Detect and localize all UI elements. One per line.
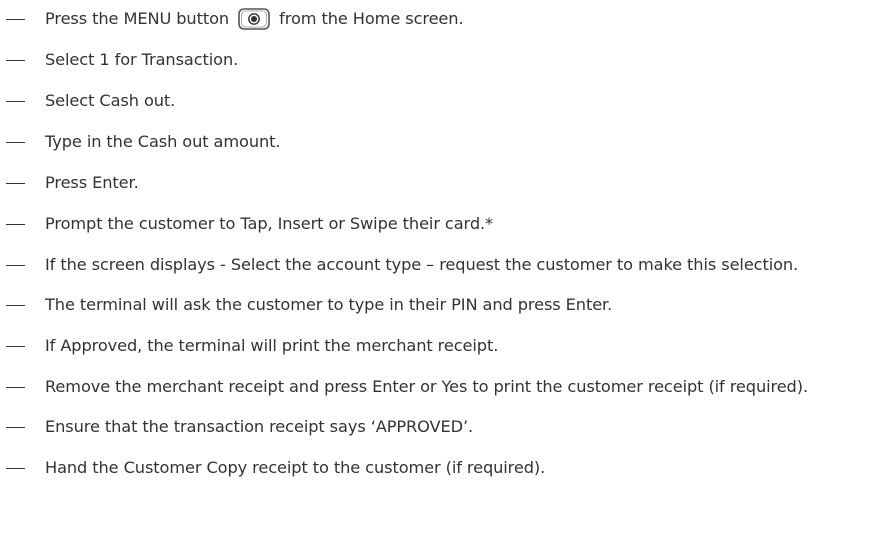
step-text: Press the MENU button from the Home scre… [25, 6, 890, 32]
step-text: Select Cash out. [45, 91, 176, 110]
dash-bullet [6, 19, 25, 21]
dash-bullet [6, 183, 25, 185]
step-text: Type in the Cash out amount. [45, 132, 281, 151]
step-text: Ensure that the transaction receipt says… [45, 417, 474, 436]
list-item: Select Cash out. [0, 88, 890, 114]
dash-bullet [6, 60, 25, 62]
dash-bullet [6, 224, 25, 226]
list-item-menu: Press the MENU button from the Home scre… [0, 6, 890, 32]
dash-bullet [6, 387, 25, 389]
step-text: Remove the merchant receipt and press En… [45, 377, 808, 396]
list-item: Select 1 for Transaction. [0, 47, 890, 73]
list-item: If the screen displays - Select the acco… [0, 252, 890, 278]
step-text: If the screen displays - Select the acco… [45, 255, 799, 274]
step-text-after-icon: from the Home screen. [279, 9, 464, 28]
list-item: Prompt the customer to Tap, Insert or Sw… [0, 211, 890, 237]
list-item: Type in the Cash out amount. [0, 129, 890, 155]
dash-bullet [6, 142, 25, 144]
dash-bullet [6, 265, 25, 267]
list-item: Remove the merchant receipt and press En… [0, 374, 890, 400]
step-text: The terminal will ask the customer to ty… [45, 295, 613, 314]
step-text: Press Enter. [45, 173, 139, 192]
dash-bullet [6, 101, 25, 103]
step-text: Select 1 for Transaction. [45, 50, 239, 69]
step-text: Prompt the customer to Tap, Insert or Sw… [45, 214, 494, 233]
list-item: The terminal will ask the customer to ty… [0, 292, 890, 318]
step-text: If Approved, the terminal will print the… [45, 336, 499, 355]
list-item: Press Enter. [0, 170, 890, 196]
dash-bullet [6, 346, 25, 348]
menu-button-icon [238, 8, 270, 30]
list-item: Hand the Customer Copy receipt to the cu… [0, 455, 890, 481]
list-item: Ensure that the transaction receipt says… [0, 414, 890, 440]
dash-bullet [6, 427, 25, 429]
dash-bullet [6, 305, 25, 307]
dash-bullet [6, 468, 25, 470]
step-text: Hand the Customer Copy receipt to the cu… [45, 458, 546, 477]
list-item: If Approved, the terminal will print the… [0, 333, 890, 359]
step-text-before-icon: Press the MENU button [45, 9, 230, 28]
instruction-list: Press the MENU button from the Home scre… [0, 0, 890, 481]
